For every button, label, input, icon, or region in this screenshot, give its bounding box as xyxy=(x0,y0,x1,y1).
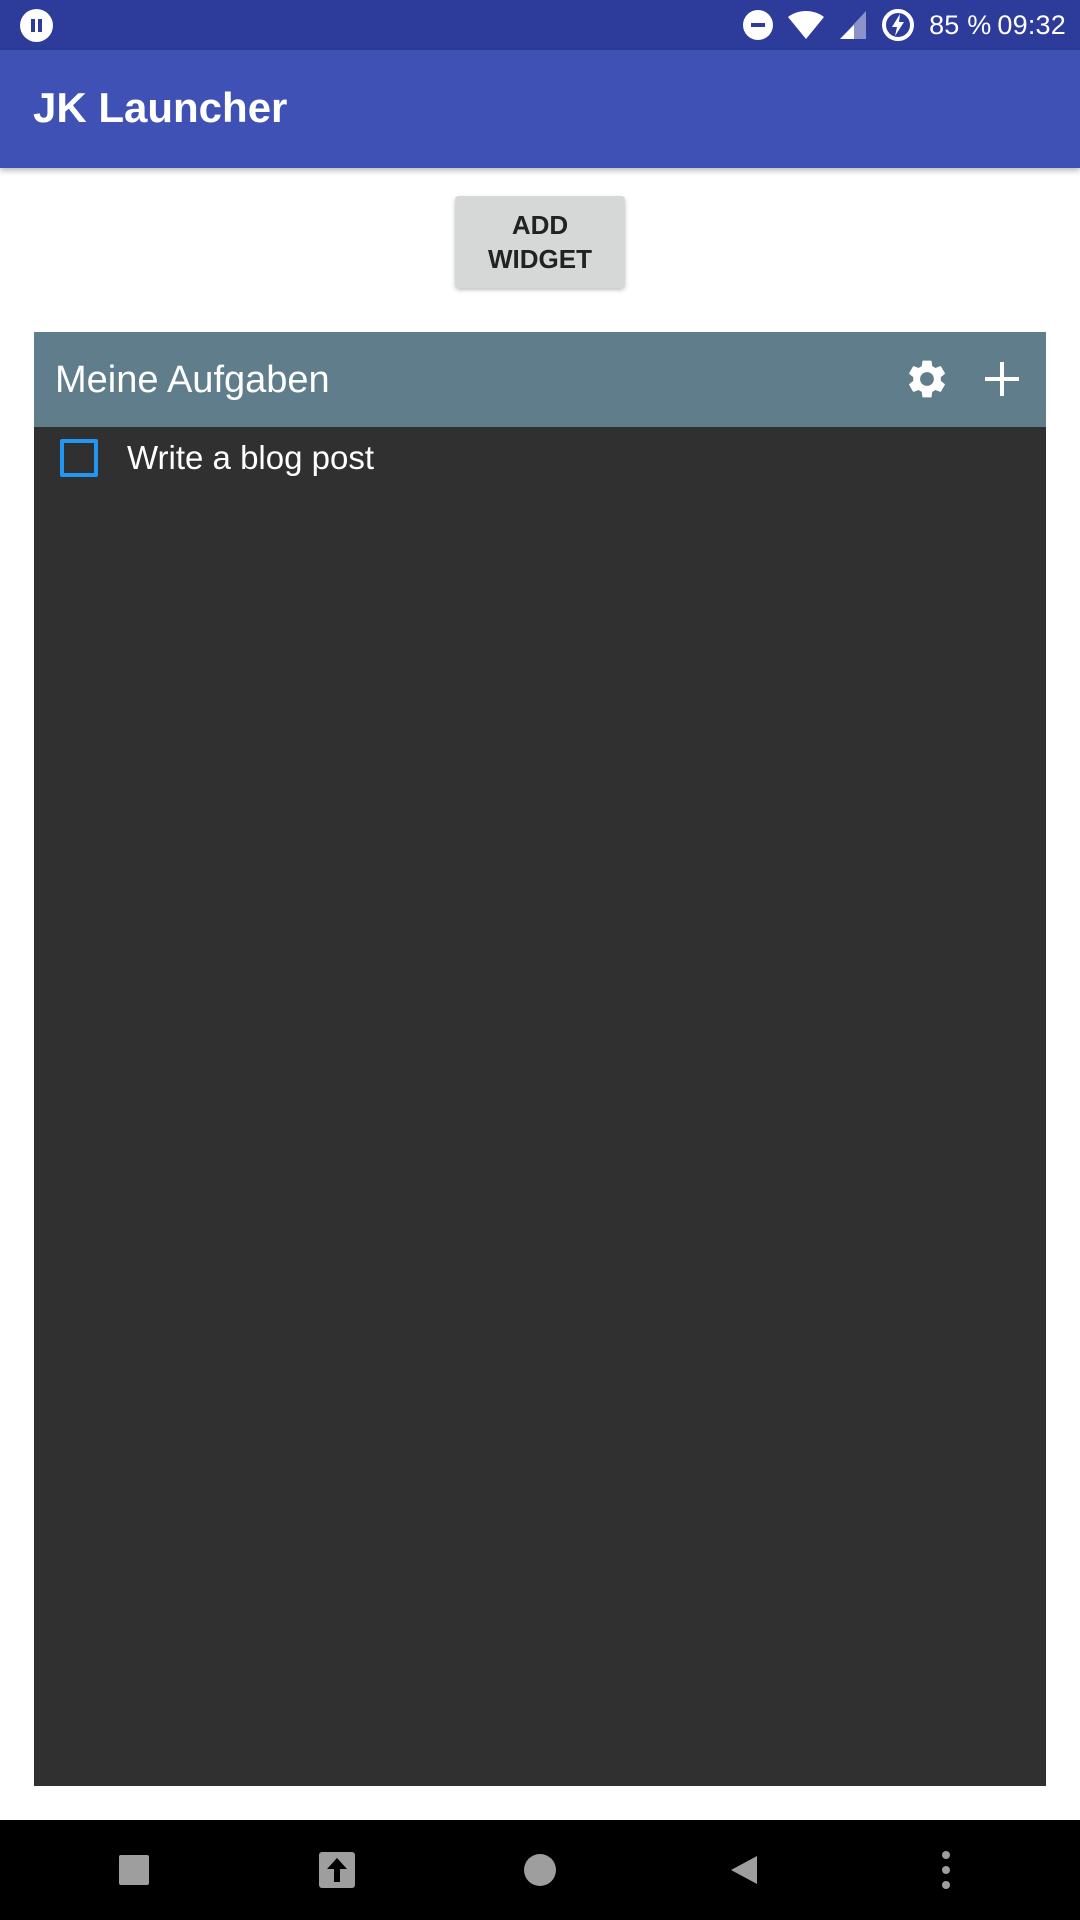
status-bar: 85 % 09:32 xyxy=(0,0,1080,50)
app-bar: JK Launcher xyxy=(0,50,1080,168)
signal-icon xyxy=(839,10,867,40)
battery-charging-icon xyxy=(881,8,915,42)
add-widget-button[interactable]: ADD WIDGET xyxy=(455,196,625,288)
status-right-group: 85 % 09:32 xyxy=(743,0,1066,50)
recents-square-icon[interactable] xyxy=(110,1846,158,1894)
wifi-icon xyxy=(787,10,825,40)
widget-title[interactable]: Meine Aufgaben xyxy=(55,359,330,402)
battery-percentage: 85 % xyxy=(929,9,992,40)
more-vert-icon[interactable] xyxy=(922,1846,970,1894)
do-not-disturb-icon xyxy=(743,10,774,40)
navigation-bar xyxy=(0,1820,1080,1920)
pause-icon xyxy=(20,9,53,42)
back-triangle-icon[interactable] xyxy=(720,1846,768,1894)
tasks-widget: Meine Aufgaben Write a blog post xyxy=(34,332,1046,1786)
home-circle-icon[interactable] xyxy=(516,1846,564,1894)
widget-header: Meine Aufgaben xyxy=(34,332,1046,427)
plus-icon[interactable] xyxy=(979,356,1025,402)
task-checkbox[interactable] xyxy=(60,439,98,477)
upload-arrow-icon[interactable] xyxy=(313,1846,361,1894)
gear-icon[interactable] xyxy=(904,356,950,402)
clock: 09:32 xyxy=(997,9,1066,40)
task-label[interactable]: Write a blog post xyxy=(127,439,374,477)
task-item[interactable]: Write a blog post xyxy=(34,427,1046,493)
app-title: JK Launcher xyxy=(33,84,288,131)
